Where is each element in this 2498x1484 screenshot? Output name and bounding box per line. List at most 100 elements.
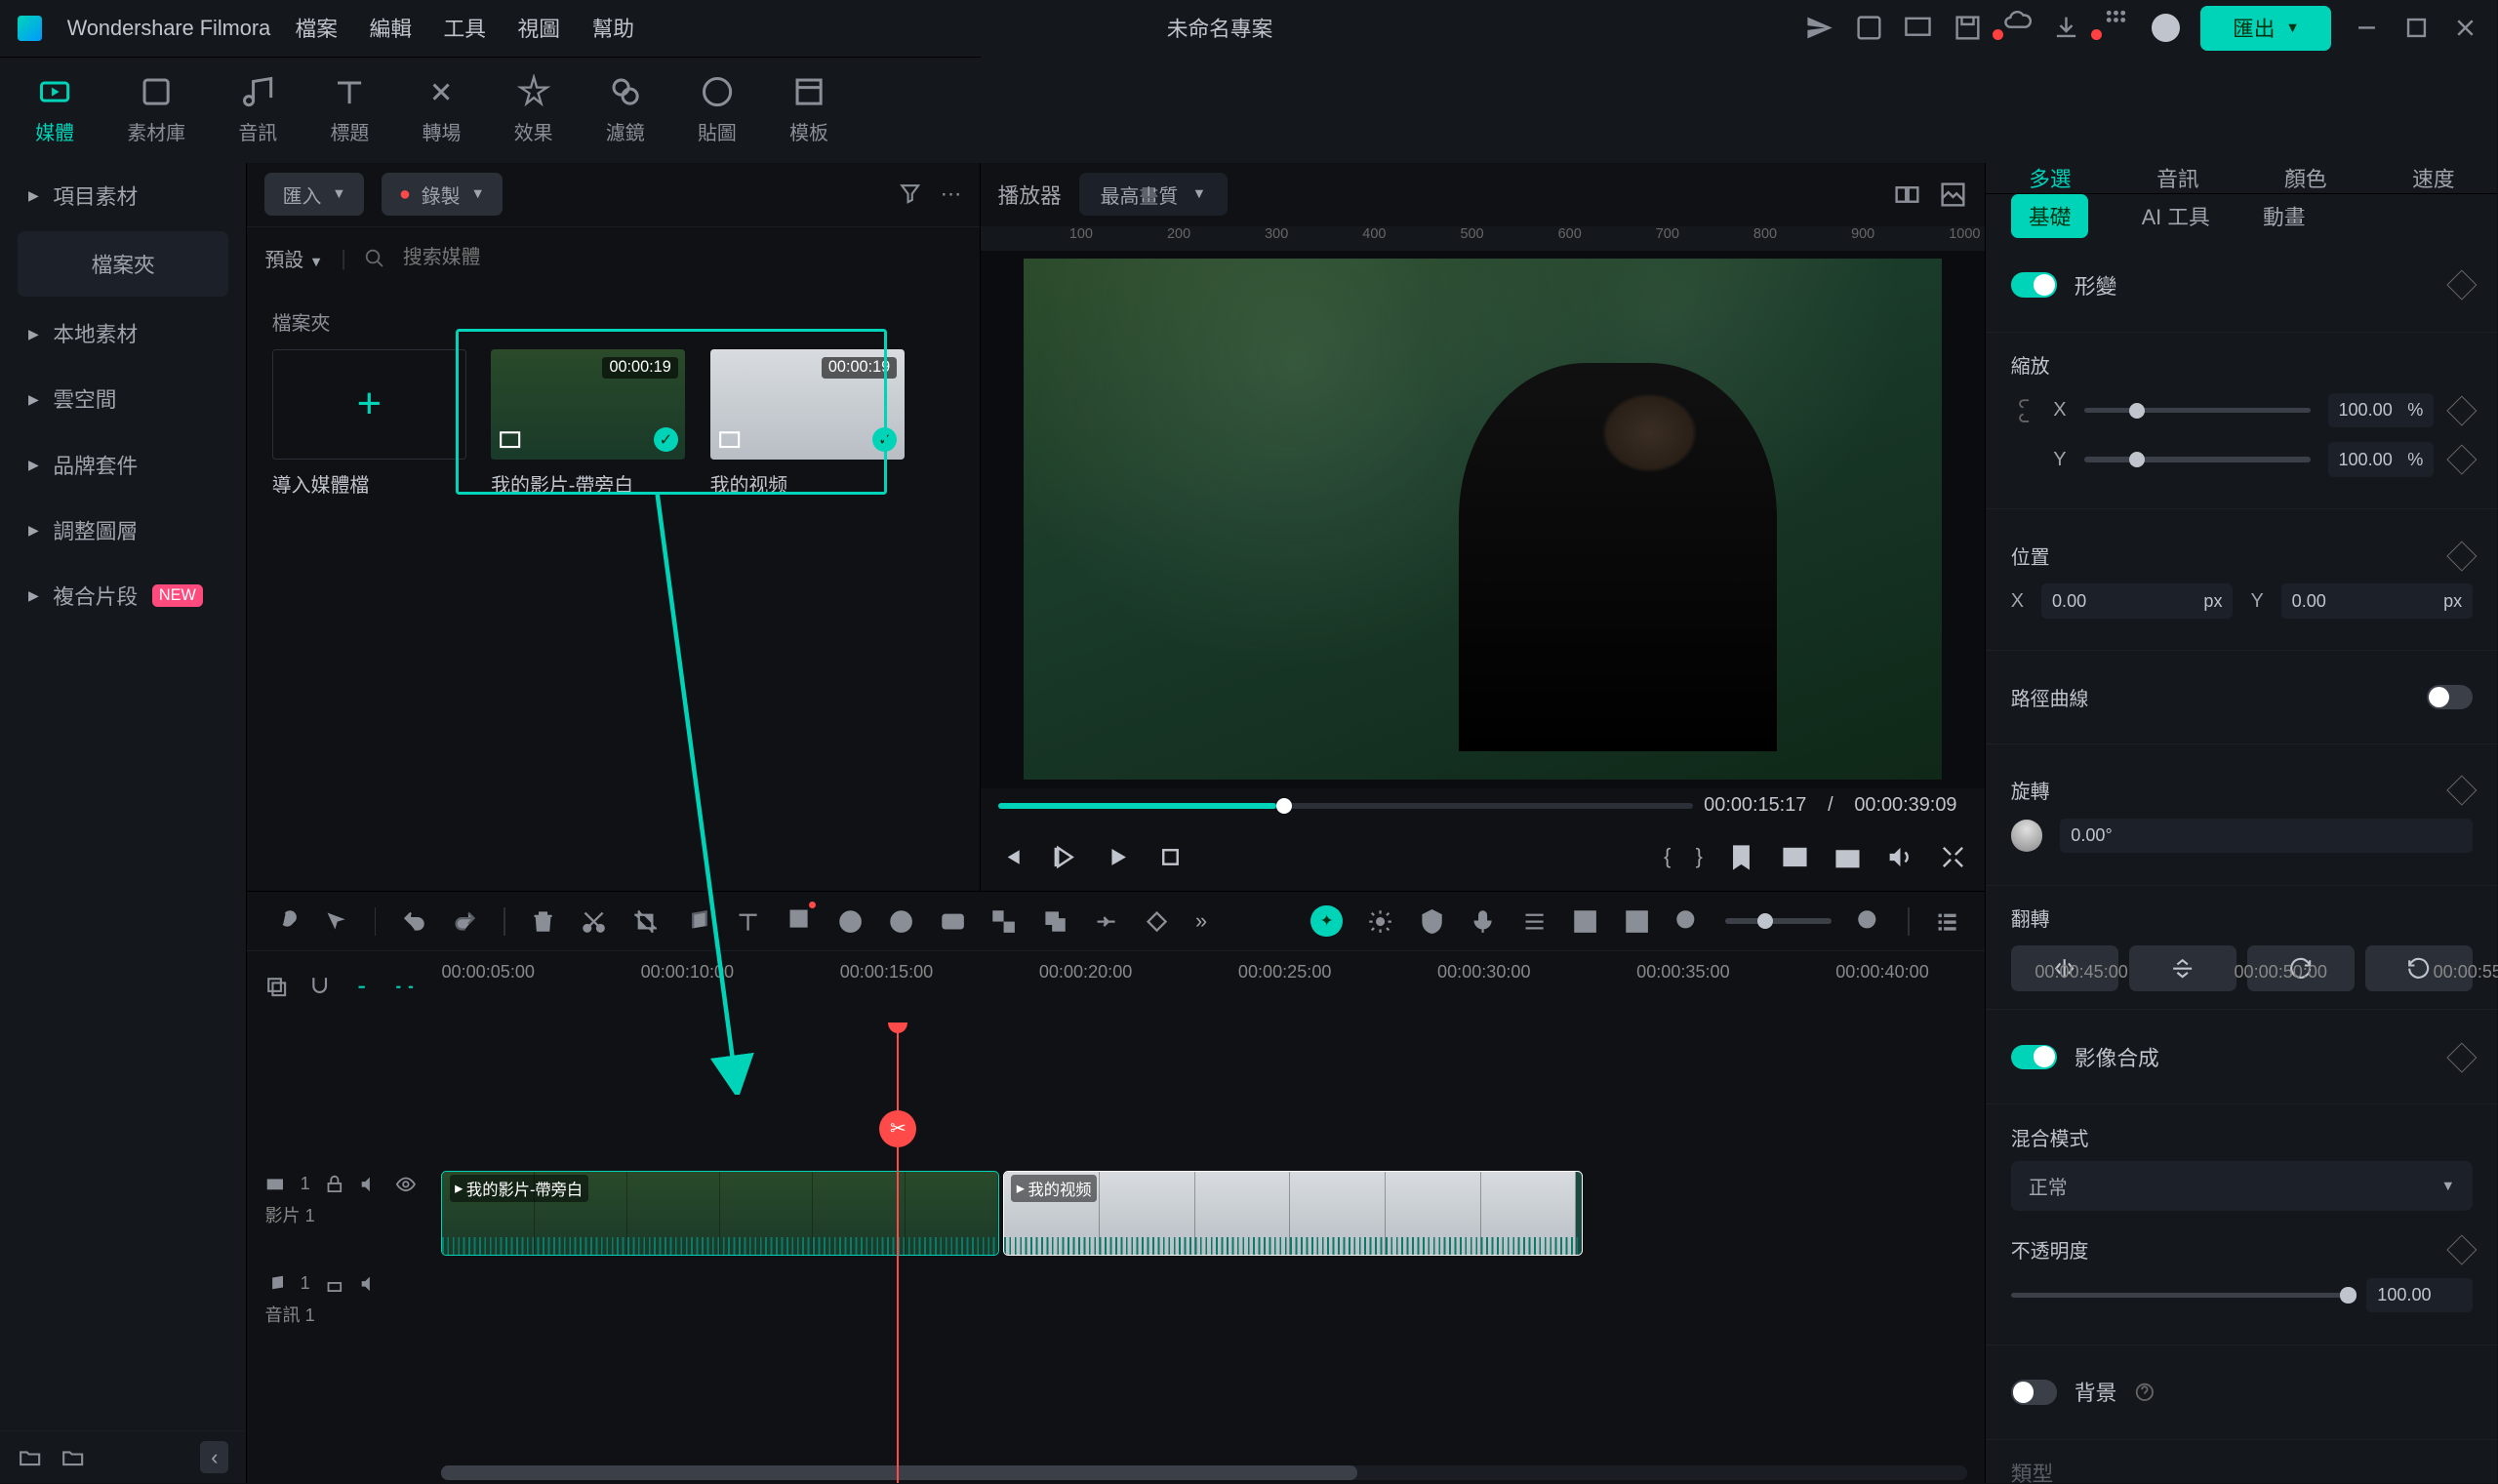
- menu-help[interactable]: 幫助: [592, 13, 634, 43]
- nav-effect[interactable]: 效果: [514, 74, 553, 144]
- clip-1[interactable]: ▸我的影片-帶旁白: [441, 1171, 999, 1256]
- scale-y-slider[interactable]: [2084, 457, 2311, 461]
- subtab-basic[interactable]: 基礎: [2011, 194, 2089, 238]
- mute-icon[interactable]: [359, 1273, 381, 1295]
- import-button[interactable]: 匯入▼: [264, 173, 363, 215]
- crop-icon[interactable]: [632, 908, 659, 935]
- render-icon[interactable]: [1624, 908, 1650, 935]
- copy-track-icon[interactable]: [264, 975, 289, 999]
- quality-select[interactable]: 最高畫質▼: [1079, 173, 1228, 215]
- nav-media[interactable]: 媒體: [35, 74, 74, 144]
- keyframe-icon[interactable]: [2447, 541, 2478, 571]
- zoom-in-icon[interactable]: [1856, 908, 1882, 935]
- undo-icon[interactable]: [401, 908, 427, 935]
- zoom-slider[interactable]: [1725, 918, 1832, 923]
- mute-icon[interactable]: [359, 1174, 381, 1195]
- play-icon[interactable]: [1104, 843, 1132, 871]
- sidebar-brand[interactable]: ▸品牌套件: [0, 431, 246, 497]
- gear-icon[interactable]: [1367, 908, 1393, 935]
- delete-icon[interactable]: [530, 908, 556, 935]
- send-icon[interactable]: [1805, 14, 1833, 42]
- transform-toggle[interactable]: [2011, 272, 2057, 297]
- desktop-icon[interactable]: [1904, 14, 1932, 42]
- seek-bar[interactable]: [998, 803, 1694, 808]
- color-icon[interactable]: [888, 908, 914, 935]
- image-icon[interactable]: [1939, 180, 1967, 209]
- preview-canvas[interactable]: [981, 251, 1986, 788]
- keyframe-icon[interactable]: [2447, 1042, 2478, 1072]
- nav-audio[interactable]: 音訊: [238, 74, 277, 144]
- maximize-icon[interactable]: [2402, 14, 2431, 42]
- music-icon[interactable]: [683, 908, 709, 935]
- marker-icon[interactable]: [1727, 843, 1755, 871]
- folder-out-icon[interactable]: [18, 1445, 42, 1469]
- fullscreen-icon[interactable]: [1781, 843, 1809, 871]
- download-icon[interactable]: [2052, 14, 2080, 42]
- nav-sticker[interactable]: 貼圖: [698, 74, 737, 144]
- layout-icon[interactable]: [1572, 908, 1598, 935]
- nav-filter[interactable]: 濾鏡: [606, 74, 645, 144]
- pos-x-input[interactable]: 0.00px: [2041, 583, 2233, 618]
- link-icon[interactable]: [272, 908, 299, 935]
- composite-toggle[interactable]: [2011, 1045, 2057, 1069]
- tab-color[interactable]: 顏色: [2284, 163, 2326, 193]
- prev-frame-icon[interactable]: [998, 843, 1027, 871]
- subtab-anim[interactable]: 動畫: [2263, 201, 2305, 231]
- rotate-input[interactable]: 0.00°: [2060, 819, 2473, 853]
- adjust-icon[interactable]: [1521, 908, 1548, 935]
- sidebar-project-assets[interactable]: ▸項目素材: [0, 163, 246, 228]
- background-toggle[interactable]: [2011, 1380, 2057, 1404]
- keyframe-icon[interactable]: [2447, 775, 2478, 805]
- tab-audio[interactable]: 音訊: [2156, 163, 2198, 193]
- lock-icon[interactable]: [324, 1174, 345, 1195]
- clip-2[interactable]: ▸我的视频: [1003, 1171, 1583, 1256]
- overlap-icon[interactable]: [1042, 908, 1068, 935]
- keyframe-icon[interactable]: [2447, 445, 2478, 475]
- help-icon[interactable]: [2134, 1382, 2156, 1403]
- save2-icon[interactable]: [1954, 14, 1982, 42]
- volume-icon[interactable]: [1886, 843, 1914, 871]
- stop-icon[interactable]: [1156, 843, 1185, 871]
- sidebar-folder[interactable]: 檔案夾: [18, 231, 228, 297]
- preset-dropdown[interactable]: 預設 ▼: [264, 244, 323, 272]
- sidebar-adjust[interactable]: ▸調整圖層: [0, 498, 246, 563]
- rotate-dial[interactable]: [2011, 820, 2043, 852]
- export-button[interactable]: 匯出▼: [2200, 6, 2331, 50]
- cloud-icon[interactable]: [2003, 6, 2032, 34]
- expand-icon[interactable]: [1939, 843, 1967, 871]
- text-icon[interactable]: [735, 908, 761, 935]
- tab-multi[interactable]: 多選: [2029, 163, 2071, 193]
- tab-speed[interactable]: 速度: [2412, 163, 2454, 193]
- save-icon[interactable]: [1855, 14, 1883, 42]
- lock-icon[interactable]: [324, 1273, 345, 1295]
- sidebar-local[interactable]: ▸本地素材: [0, 301, 246, 366]
- cc-icon[interactable]: [940, 908, 966, 935]
- group-icon[interactable]: [990, 908, 1017, 935]
- sidebar-compound[interactable]: ▸複合片段NEW: [0, 563, 246, 628]
- playhead[interactable]: ✂: [897, 1023, 899, 1484]
- close-icon[interactable]: [2451, 14, 2479, 42]
- record-button[interactable]: ●錄製▼: [382, 173, 503, 215]
- link2-icon[interactable]: [349, 975, 374, 999]
- filter-icon[interactable]: [898, 181, 922, 206]
- play-start-icon[interactable]: [1051, 843, 1079, 871]
- shield-icon[interactable]: [1419, 908, 1445, 935]
- search-input[interactable]: [403, 247, 962, 269]
- compare-icon[interactable]: [1893, 180, 1921, 209]
- scale-y-input[interactable]: 100.00%: [2328, 442, 2435, 476]
- nav-template[interactable]: 模板: [789, 74, 828, 144]
- transition-icon[interactable]: [1093, 908, 1119, 935]
- pointer-icon[interactable]: [323, 908, 349, 935]
- user-avatar[interactable]: [2152, 14, 2180, 42]
- magnet-icon[interactable]: [307, 975, 332, 999]
- pos-y-input[interactable]: 0.00px: [2281, 583, 2473, 618]
- minimize-icon[interactable]: [2353, 14, 2381, 42]
- mic-icon[interactable]: [1470, 908, 1496, 935]
- redo-icon[interactable]: [452, 908, 478, 935]
- path-toggle[interactable]: [2427, 685, 2473, 709]
- mark-in-icon[interactable]: {: [1664, 844, 1671, 869]
- scale-x-slider[interactable]: [2084, 408, 2311, 413]
- mark-out-icon[interactable]: }: [1696, 844, 1703, 869]
- ai-icon[interactable]: ✦: [1310, 905, 1343, 938]
- menu-file[interactable]: 檔案: [296, 13, 338, 43]
